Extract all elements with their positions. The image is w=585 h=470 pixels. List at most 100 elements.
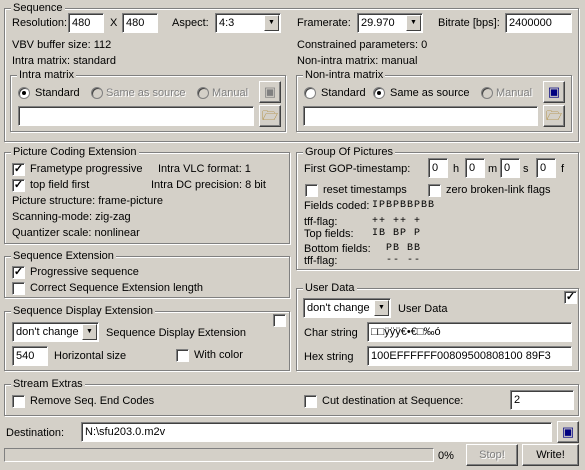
tff-flag-label-2: tff-flag: [304, 255, 338, 267]
frametype-checkbox[interactable]: ✓ [12, 163, 25, 176]
nonintra-matrix-text: Non-intra matrix: manual [297, 55, 418, 67]
folder-open-icon: 🗁 [261, 108, 279, 123]
nonintra-matrix-title: Non-intra matrix [303, 68, 386, 82]
bitrate-input[interactable]: 2400000 [505, 13, 572, 33]
reset-timestamps-checkbox[interactable] [305, 184, 318, 197]
picture-structure-text: Picture structure: frame-picture [12, 195, 163, 207]
seqdisp-select[interactable]: don't change ▼ [12, 322, 99, 342]
intra-matrix-input[interactable] [18, 106, 254, 126]
horizontal-size-input[interactable]: 540 [12, 346, 48, 366]
tff-flag-row2: -- -- [386, 255, 422, 266]
intra-open-button[interactable]: 🗁 [259, 105, 281, 127]
cut-sequence-input[interactable]: 2 [510, 390, 574, 410]
sequence-title: Sequence [11, 1, 65, 15]
aspect-label: Aspect: [172, 17, 209, 29]
nonintra-open-button[interactable]: 🗁 [543, 105, 565, 127]
seqdisp-select-value: don't change [16, 326, 79, 338]
frametype-label: Frametype progressive [30, 163, 143, 175]
gop-minutes-input[interactable]: 0 [465, 158, 485, 178]
destination-input[interactable]: N:\sfu203.0.m2v [81, 422, 552, 442]
top-field-checkbox[interactable]: ✓ [12, 179, 25, 192]
top-field-label: top field first [30, 179, 90, 191]
constrained-text: Constrained parameters: 0 [297, 39, 428, 51]
resolution-label: Resolution: [12, 17, 68, 29]
vbv-text: VBV buffer size: 112 [12, 39, 112, 51]
intra-vlc-text: Intra VLC format: 1 [158, 163, 251, 175]
progress-percent: 0% [438, 450, 454, 462]
fields-coded-label: Fields coded: [304, 200, 370, 212]
framerate-value: 29.970 [361, 17, 395, 29]
correct-length-label: Correct Sequence Extension length [30, 282, 204, 294]
nonintra-standard-radio[interactable] [304, 87, 316, 99]
char-string-label: Char string [304, 327, 358, 339]
intra-standard-radio[interactable] [18, 87, 30, 99]
destination-label: Destination: [6, 427, 65, 439]
userdata-enable-checkbox[interactable]: ✓ [564, 291, 577, 304]
seqdisp-title: Sequence Display Extension [11, 304, 156, 318]
userdata-select[interactable]: don't change ▼ [303, 298, 391, 318]
bitrate-label: Bitrate [bps]: [438, 17, 500, 29]
floppy-icon: ▣ [561, 424, 575, 439]
reset-timestamps-label: reset timestamps [323, 184, 407, 196]
gop-frames-input[interactable]: 0 [536, 158, 556, 178]
userdata-label: User Data [398, 303, 448, 315]
zero-broken-link-checkbox[interactable] [428, 184, 441, 197]
nonintra-same-label: Same as source [390, 87, 470, 99]
nonintra-same-radio[interactable] [373, 87, 385, 99]
chevron-down-icon: ▼ [82, 324, 97, 340]
gop-timestamp-label: First GOP-timestamp: [304, 163, 411, 175]
x-label: X [110, 17, 118, 29]
intra-manual-label: Manual [212, 87, 249, 99]
zero-broken-link-label: zero broken-link flags [446, 184, 551, 196]
cut-destination-checkbox[interactable] [304, 395, 317, 408]
seqdisp-label: Sequence Display Extension [106, 327, 247, 339]
correct-length-checkbox[interactable] [12, 282, 25, 295]
top-fields-value: IB BP P [372, 228, 422, 239]
intra-dc-text: Intra DC precision: 8 bit [151, 179, 266, 191]
write-button[interactable]: Write! [522, 444, 579, 466]
char-string-input[interactable]: □□ÿÿÿ€•€□‰ó [367, 322, 572, 342]
width-input[interactable]: 480 [68, 13, 104, 33]
remove-end-codes-checkbox[interactable] [12, 395, 25, 408]
intra-same-radio[interactable] [91, 87, 103, 99]
frames-unit: f [561, 163, 565, 175]
progressive-sequence-checkbox[interactable]: ✓ [12, 266, 25, 279]
chevron-down-icon: ▼ [406, 15, 421, 31]
hours-unit: h [453, 163, 460, 175]
aspect-select[interactable]: 4:3 ▼ [215, 13, 281, 33]
intra-matrix-text: Intra matrix: standard [12, 55, 116, 67]
floppy-icon: ▣ [547, 84, 561, 99]
userdata-title: User Data [303, 281, 357, 295]
gop-title: Group Of Pictures [303, 145, 396, 159]
pce-title: Picture Coding Extension [11, 145, 139, 159]
userdata-select-value: don't change [307, 302, 370, 314]
cut-destination-label: Cut destination at Sequence: [322, 395, 464, 407]
intra-standard-label: Standard [35, 87, 80, 99]
with-color-checkbox[interactable] [176, 349, 189, 362]
seqdisp-enable-checkbox[interactable] [273, 314, 286, 327]
height-input[interactable]: 480 [122, 13, 158, 33]
folder-open-icon: 🗁 [545, 108, 563, 123]
intra-manual-radio[interactable] [197, 87, 209, 99]
gop-seconds-input[interactable]: 0 [500, 158, 520, 178]
nonintra-manual-label: Manual [496, 87, 533, 99]
intra-save-button[interactable]: ▣ [259, 81, 281, 103]
intra-matrix-title: Intra matrix [17, 68, 77, 82]
hex-string-input[interactable]: 100EFFFFFF00809500808100 89F3 [367, 346, 572, 366]
nonintra-manual-radio[interactable] [481, 87, 493, 99]
horizontal-size-label: Horizontal size [54, 350, 127, 362]
top-fields-label: Top fields: [304, 228, 354, 240]
gop-hours-input[interactable]: 0 [428, 158, 448, 178]
minutes-unit: m [488, 163, 498, 175]
chevron-down-icon: ▼ [374, 300, 389, 316]
destination-save-button[interactable]: ▣ [557, 421, 579, 443]
progressive-sequence-label: Progressive sequence [30, 266, 139, 278]
scanning-mode-text: Scanning-mode: zig-zag [12, 211, 131, 223]
nonintra-save-button[interactable]: ▣ [543, 81, 565, 103]
nonintra-matrix-input[interactable] [303, 106, 538, 126]
framerate-select[interactable]: 29.970 ▼ [357, 13, 423, 33]
floppy-icon: ▣ [263, 84, 277, 99]
stop-button[interactable]: Stop! [466, 444, 518, 466]
framerate-label: Framerate: [297, 17, 351, 29]
chevron-down-icon: ▼ [264, 15, 279, 31]
